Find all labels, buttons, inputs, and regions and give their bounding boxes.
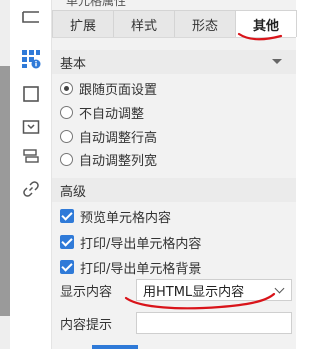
radio-label: 自动调整列宽 (79, 153, 158, 169)
checkbox-label: 打印/导出单元格内容 (80, 236, 202, 252)
display-content-label: 显示内容 (60, 284, 113, 300)
radio-no-auto-adjust[interactable]: 不自动调整 (60, 102, 144, 122)
scroll-shade (0, 66, 10, 316)
checkbox[interactable] (60, 260, 74, 274)
display-content-row: 显示内容 用HTML显示内容 (60, 279, 296, 301)
display-content-value: 用HTML显示内容 (143, 284, 245, 300)
display-content-select[interactable]: 用HTML显示内容 (136, 279, 292, 301)
basic-section-title: 基本 (60, 56, 87, 72)
check-preview-cell-content[interactable]: 预览单元格内容 (60, 206, 171, 226)
chevron-down-icon (274, 283, 285, 294)
advanced-section-title: 高级 (60, 184, 87, 200)
checkbox[interactable] (60, 235, 74, 249)
check-print-cell-content[interactable]: 打印/导出单元格内容 (60, 232, 201, 252)
tab-extend[interactable]: 扩展 (52, 10, 114, 37)
advanced-section-header[interactable]: 高级 (52, 178, 296, 202)
panel-title-text: 单元格属性 (66, 0, 127, 8)
checkbox-label: 打印/导出单元格背景 (80, 261, 202, 277)
collapse-caret-icon (272, 59, 282, 64)
checkbox-label: 预览单元格内容 (80, 210, 172, 226)
tab-style[interactable]: 样式 (113, 10, 175, 37)
radio-label: 跟随页面设置 (79, 82, 158, 98)
check-print-cell-background[interactable]: 打印/导出单元格背景 (60, 257, 201, 277)
tab-other[interactable]: 其他 (235, 10, 297, 37)
radio-auto-row-height[interactable]: 自动调整行高 (60, 126, 157, 146)
tab-form[interactable]: 形态 (174, 10, 236, 37)
basic-section-header[interactable]: 基本 (52, 50, 296, 74)
icon-rail (10, 0, 52, 349)
radio-button[interactable] (60, 105, 73, 119)
grid-settings-icon[interactable] (20, 48, 42, 70)
panel-title: 单元格属性 (52, 0, 296, 8)
left-edge-strip (0, 0, 10, 349)
app-window: 单元格属性 扩展 样式 形态 其他 基本 跟随页面设置 不自动调整 自动调整行高… (0, 0, 297, 349)
tab-bar: 扩展 样式 形态 其他 (52, 10, 297, 38)
radio-button[interactable] (60, 129, 73, 143)
cell-properties-panel: 单元格属性 扩展 样式 形态 其他 基本 跟随页面设置 不自动调整 自动调整行高… (52, 0, 297, 349)
radio-label: 自动调整行高 (79, 130, 158, 146)
radio-button[interactable] (60, 81, 73, 95)
radio-auto-column-width[interactable]: 自动调整列宽 (60, 149, 157, 169)
radio-label: 不自动调整 (79, 106, 145, 122)
radio-button[interactable] (60, 152, 73, 166)
cell-hint-input[interactable] (136, 312, 292, 334)
link-icon[interactable] (20, 178, 42, 200)
dropdown-widget-icon[interactable] (20, 116, 42, 138)
cell-hint-label: 内容提示 (60, 317, 113, 333)
cell-hint-row: 内容提示 (60, 312, 296, 334)
radio-follow-page[interactable]: 跟随页面设置 (60, 78, 157, 98)
cell-style-icon[interactable] (20, 6, 42, 28)
scrollbar-thumb[interactable] (92, 345, 138, 349)
border-icon[interactable] (20, 83, 42, 105)
layers-icon[interactable] (20, 146, 42, 168)
checkbox[interactable] (60, 209, 74, 223)
